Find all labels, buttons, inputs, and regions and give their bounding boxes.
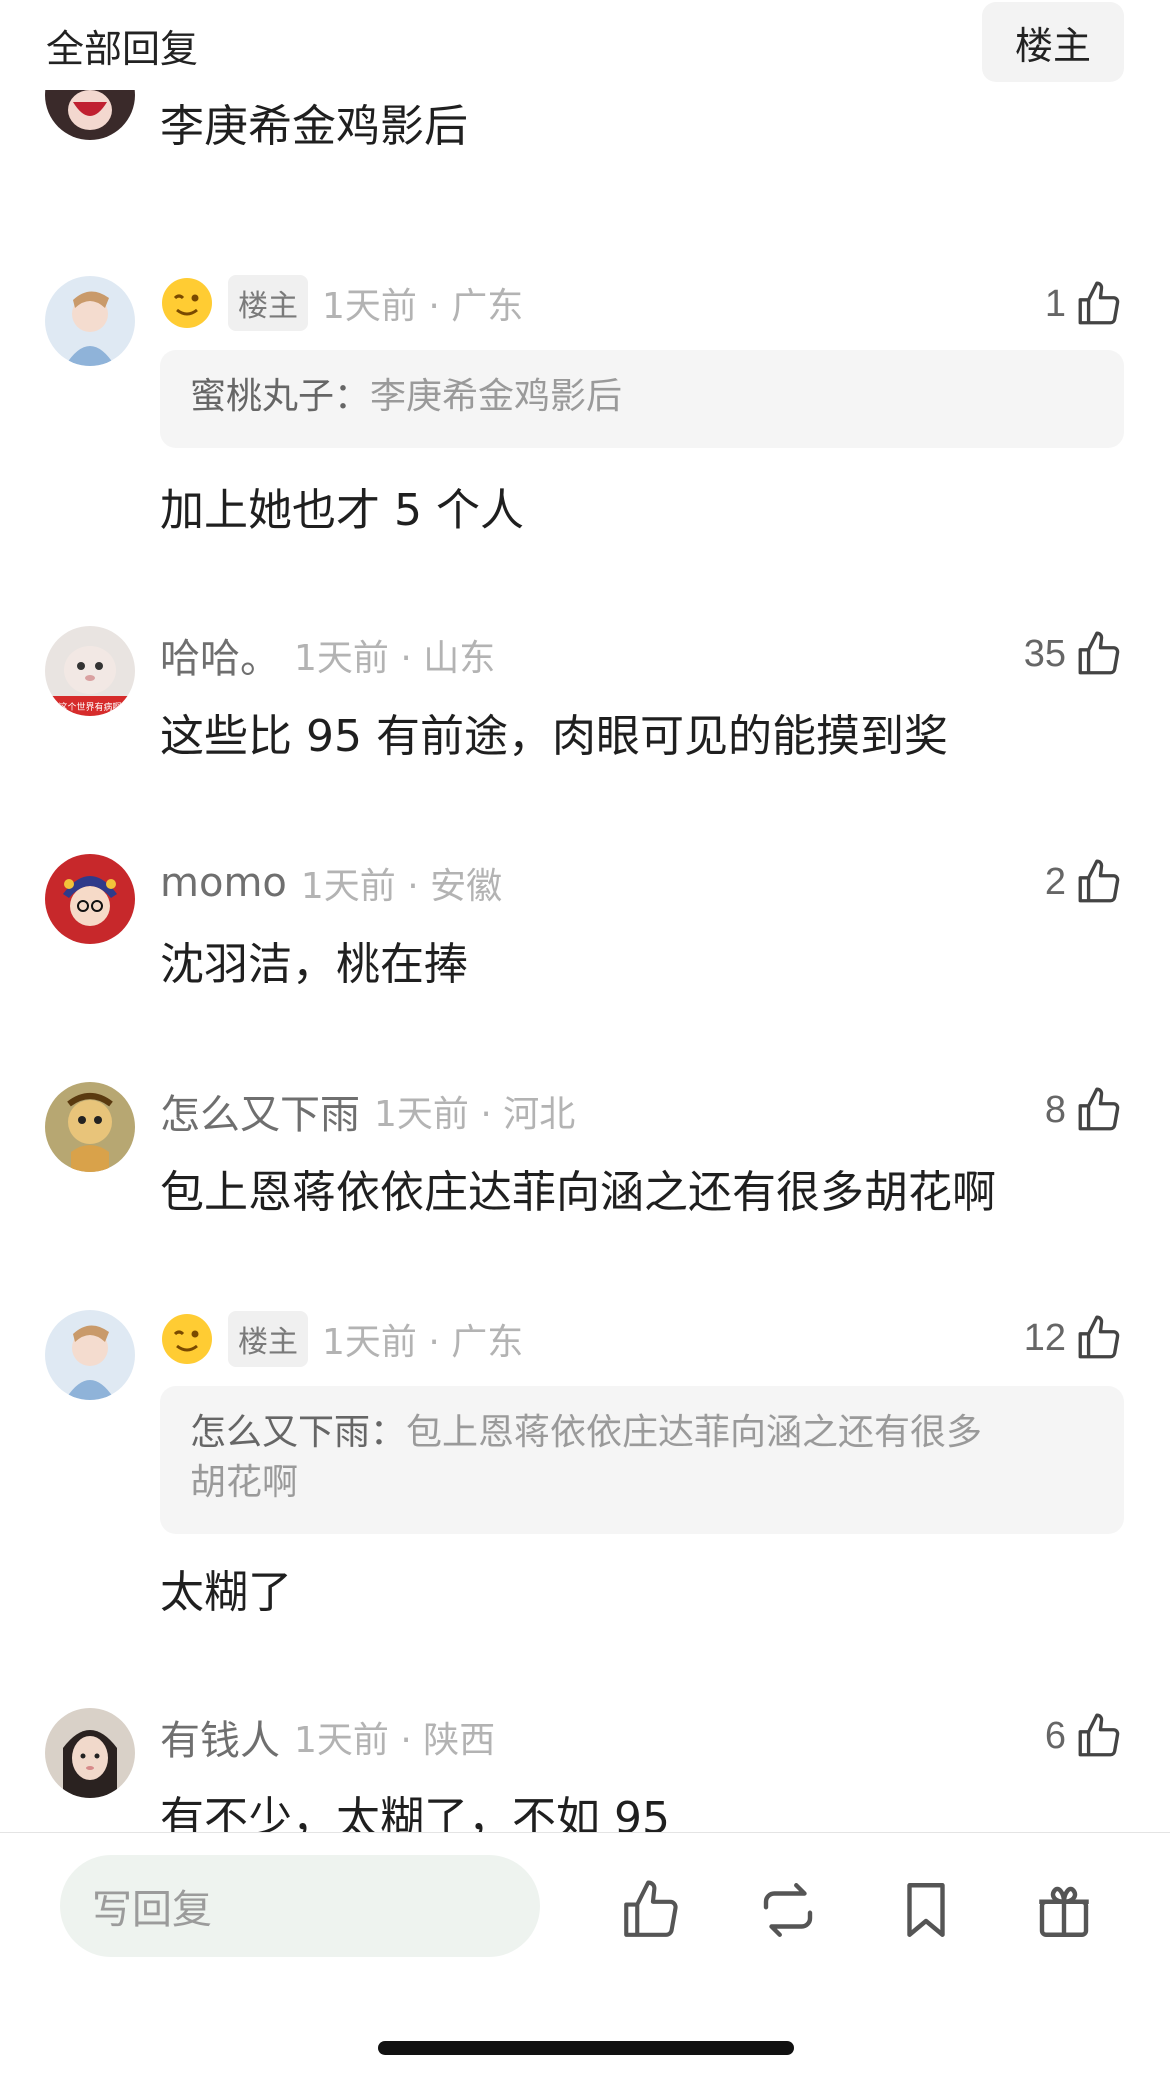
like-icon[interactable] <box>618 1877 684 1943</box>
time-location: 1天前 · 陕西 <box>294 1720 496 1761</box>
owner-badge: 楼主 <box>228 275 308 331</box>
quoted-reply: 蜜桃丸子：李庚希金鸡影后 <box>160 350 1124 448</box>
home-indicator[interactable] <box>378 2041 794 2055</box>
time-location: 1天前 · 河北 <box>374 1094 576 1135</box>
comment-text: 沈羽洁，桃在捧 <box>160 939 468 990</box>
thumbs-up-icon <box>1078 1713 1120 1757</box>
comment-text: 有不少，太糊了，不如 95 <box>160 1793 670 1832</box>
quoted-reply: 怎么又下雨：包上恩蒋依依庄达菲向涵之还有很多 胡花啊 <box>160 1386 1124 1534</box>
gift-icon[interactable] <box>1031 1877 1097 1943</box>
like-count: 2 <box>1044 860 1066 903</box>
comment-text: 太糊了 <box>160 1567 292 1618</box>
like-button[interactable]: 35 <box>1024 626 1124 682</box>
like-count: 35 <box>1023 632 1066 675</box>
time-location: 1天前 · 广东 <box>322 1322 524 1363</box>
avatar[interactable] <box>45 1310 135 1400</box>
comment-text: 包上恩蒋依依庄达菲向涵之还有很多胡花啊 <box>160 1167 996 1218</box>
avatar[interactable] <box>45 854 135 944</box>
avatar-caption: 这个世界有病啊 <box>58 701 121 713</box>
thumbs-up-icon <box>1078 281 1120 325</box>
avatar[interactable] <box>45 1082 135 1172</box>
reply-input[interactable]: 写回复 <box>60 1855 540 1957</box>
like-button[interactable]: 1 <box>1045 276 1124 332</box>
quote-text: 李庚希金鸡影后 <box>370 376 623 417</box>
avatar[interactable] <box>45 276 135 366</box>
thumbs-up-icon <box>1078 859 1120 903</box>
like-button[interactable]: 6 <box>1045 1708 1124 1764</box>
quote-author: 怎么又下雨： <box>190 1412 407 1453</box>
wink-emoji-icon <box>162 278 212 328</box>
like-button[interactable]: 2 <box>1045 854 1124 910</box>
username[interactable]: 怎么又下雨 <box>160 1082 360 1140</box>
like-button[interactable]: 12 <box>1024 1310 1124 1366</box>
avatar[interactable]: 这个世界有病啊 <box>45 626 135 716</box>
avatar[interactable] <box>45 1708 135 1798</box>
comment-text: 李庚希金鸡影后 <box>160 101 468 152</box>
username[interactable]: 哈哈。 <box>160 626 280 684</box>
quote-author: 蜜桃丸子： <box>190 376 371 417</box>
owner-only-button[interactable]: 楼主 <box>982 2 1124 82</box>
thumbs-up-icon <box>1078 1087 1120 1131</box>
bookmark-icon[interactable] <box>893 1877 959 1943</box>
like-count: 6 <box>1044 1714 1066 1757</box>
comment-feed[interactable]: 李庚希金鸡影后 楼主 1天前 · 广东 1 蜜桃丸子：李庚希金鸡影后 加上她也才… <box>0 0 1170 1832</box>
username[interactable]: 有钱人 <box>160 1708 280 1766</box>
time-location: 1天前 · 安徽 <box>300 866 503 907</box>
repost-icon[interactable] <box>755 1877 821 1943</box>
like-count: 8 <box>1044 1088 1066 1131</box>
owner-badge: 楼主 <box>228 1311 308 1367</box>
username[interactable]: momo <box>160 860 287 906</box>
header: 全部回复 楼主 <box>0 0 1170 90</box>
like-count: 12 <box>1023 1316 1066 1359</box>
quote-text: 胡花啊 <box>190 1462 299 1503</box>
quote-text: 包上恩蒋依依庄达菲向涵之还有很多 <box>406 1412 983 1453</box>
thumbs-up-icon <box>1078 631 1120 675</box>
comment-text: 这些比 95 有前途，肉眼可见的能摸到奖 <box>160 711 948 762</box>
like-button[interactable]: 8 <box>1045 1082 1124 1138</box>
bottom-action-bar: 写回复 <box>0 1832 1170 2081</box>
comment-text: 加上她也才 5 个人 <box>160 485 524 536</box>
time-location: 1天前 · 广东 <box>322 286 524 327</box>
wink-emoji-icon <box>162 1314 212 1364</box>
page-title: 全部回复 <box>46 27 199 71</box>
thumbs-up-icon <box>1078 1315 1120 1359</box>
like-count: 1 <box>1044 282 1066 325</box>
time-location: 1天前 · 山东 <box>294 638 496 679</box>
